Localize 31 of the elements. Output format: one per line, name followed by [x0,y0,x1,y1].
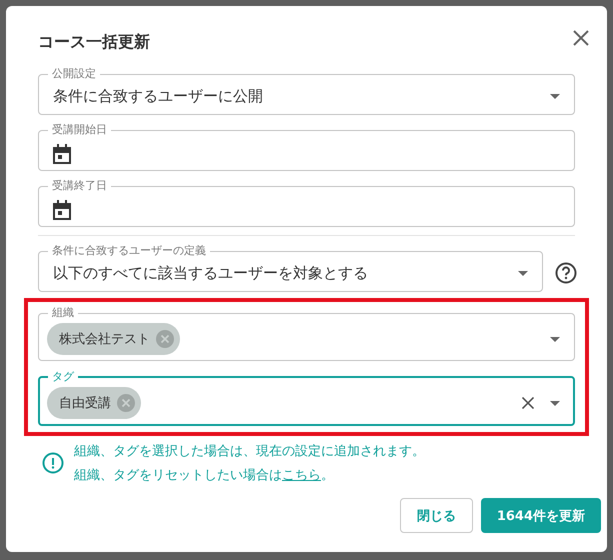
notice-text: 組織、タグを選択した場合は、現在の設定に追加されます。 [74,443,425,460]
select-field[interactable]: 公開設定 条件に合致するユーザーに公開 [38,67,575,115]
caret-icon [518,271,528,276]
field-label: 公開設定 [51,67,97,81]
chip[interactable]: 株式会社テスト [47,323,180,355]
field-label: 受講開始日 [51,123,108,137]
caret-icon [550,94,560,99]
select-field[interactable]: 受講開始日 [38,123,575,171]
chip[interactable]: 自由受講 [47,387,141,419]
multi-select-field[interactable]: タグ 自由受講 [38,370,575,426]
calendar-icon[interactable] [53,200,71,220]
caret-icon [550,400,560,406]
dialog-title: コース一括更新 [38,32,150,53]
multi-select-field[interactable]: 組織 株式会社テスト [38,306,575,361]
field-value: 以下のすべてに該当するユーザーを対象とする [53,264,369,283]
field-label: 受講終了日 [51,179,108,193]
clear-icon[interactable] [522,397,534,409]
field-value: 条件に合致するユーザーに公開 [53,87,264,106]
notice-text: 組織、タグをリセットしたい場合はこちら。 [74,467,335,484]
caret-icon [550,336,560,342]
field-label: 組織 [51,306,75,320]
select-field[interactable]: 受講終了日 [38,179,575,227]
info-icon [42,452,64,474]
select-field[interactable]: 条件に合致するユーザーの定義 以下のすべてに該当するユーザーを対象とする [38,244,543,292]
close-icon[interactable] [573,30,589,46]
field-label: 条件に合致するユーザーの定義 [51,244,207,258]
chip-label: 株式会社テスト [59,331,150,348]
calendar-icon[interactable] [53,144,71,164]
field-label: タグ [51,370,76,384]
chip-label: 自由受講 [59,395,111,412]
help-icon[interactable] [555,262,577,284]
